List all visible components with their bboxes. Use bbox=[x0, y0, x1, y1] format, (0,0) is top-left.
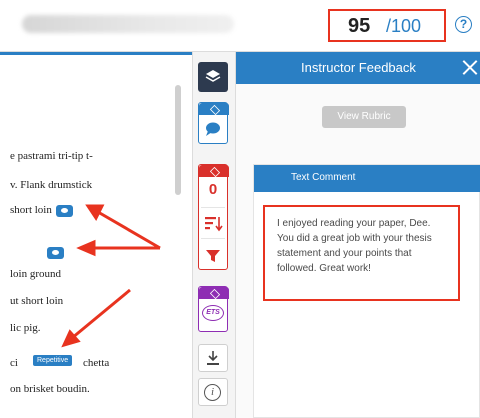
doc-line: ci bbox=[10, 357, 18, 369]
doc-line: v. Flank drumstick bbox=[10, 179, 93, 191]
grading-app: 95 /100 ? e pastrami tri-tip t- v. Flank… bbox=[0, 0, 480, 418]
markup-tools: 0 bbox=[198, 164, 229, 270]
comment-text: I enjoyed reading your paper, Dee. You d… bbox=[277, 218, 432, 274]
help-icon[interactable]: ? bbox=[455, 16, 472, 33]
download-icon bbox=[207, 351, 219, 365]
document-pane: e pastrami tri-tip t- v. Flank drumstick… bbox=[0, 52, 192, 418]
doc-line: chetta bbox=[83, 357, 110, 369]
score-max: /100 bbox=[386, 16, 422, 36]
score-display[interactable]: 95 /100 bbox=[328, 9, 446, 42]
score-value: 95 bbox=[348, 15, 371, 37]
text-comment-card: Text Comment I enjoyed reading your pape… bbox=[253, 164, 480, 418]
blurred-title bbox=[22, 15, 234, 33]
comment-marker-icon[interactable] bbox=[56, 205, 73, 217]
doc-line: on brisket boudin. bbox=[10, 383, 90, 395]
panel-title: Instructor Feedback bbox=[301, 60, 416, 75]
comment-icon bbox=[206, 122, 220, 136]
doc-line: short loin bbox=[10, 204, 52, 216]
comment-body[interactable]: I enjoyed reading your paper, Dee. You d… bbox=[263, 205, 460, 301]
layers-icon bbox=[199, 103, 229, 115]
download-button[interactable] bbox=[198, 344, 228, 372]
comment-tool[interactable] bbox=[198, 102, 229, 144]
ets-icon: ETS bbox=[202, 305, 224, 321]
instructor-feedback-panel: Instructor Feedback View Rubric Text Com… bbox=[236, 52, 480, 418]
text-comment-header: Text Comment bbox=[254, 165, 480, 192]
text-comment-title: Text Comment bbox=[291, 172, 356, 183]
panel-header: Instructor Feedback bbox=[236, 52, 480, 84]
divider bbox=[201, 238, 225, 239]
doc-line: loin ground bbox=[10, 268, 62, 280]
comment-marker-icon[interactable] bbox=[47, 247, 64, 259]
doc-line: lic pig. bbox=[10, 322, 41, 334]
info-icon: i bbox=[204, 384, 221, 401]
repetitive-tag[interactable]: Repetitive bbox=[33, 355, 73, 366]
doc-line: e pastrami tri-tip t- bbox=[10, 150, 93, 162]
doc-line: ut short loin bbox=[10, 295, 64, 307]
view-rubric-button[interactable]: View Rubric bbox=[322, 106, 406, 128]
filter-icon[interactable] bbox=[199, 241, 227, 269]
markup-count: 0 bbox=[208, 181, 218, 198]
tool-rail: 0 ETS i bbox=[192, 52, 236, 418]
top-bar: 95 /100 ? bbox=[0, 0, 480, 52]
sort-icon[interactable] bbox=[199, 211, 227, 237]
info-button[interactable]: i bbox=[198, 378, 228, 406]
divider bbox=[201, 207, 225, 208]
layers-icon bbox=[199, 165, 229, 177]
layers-icon bbox=[205, 70, 221, 82]
document-scrollbar[interactable] bbox=[175, 85, 181, 195]
layers-icon bbox=[199, 287, 229, 299]
close-icon[interactable] bbox=[462, 57, 480, 77]
ets-tool[interactable]: ETS bbox=[198, 286, 229, 332]
layers-button[interactable] bbox=[198, 62, 228, 92]
